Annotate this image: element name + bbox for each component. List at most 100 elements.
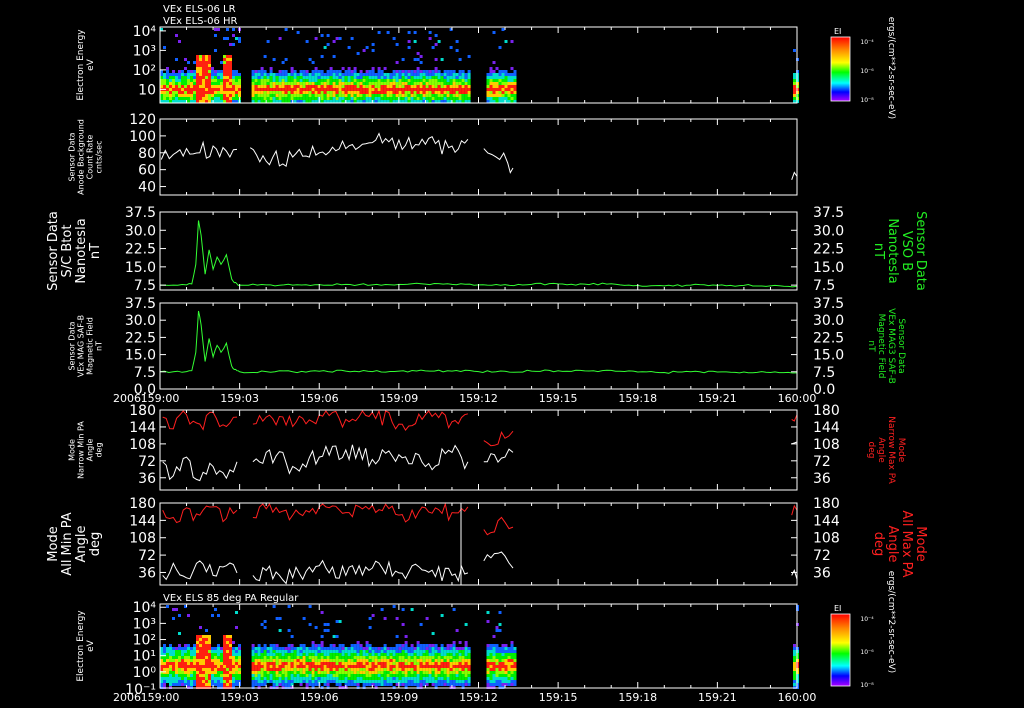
heat-cell — [269, 680, 273, 683]
heat-cell — [178, 650, 181, 653]
heat-cell — [425, 659, 429, 662]
heat-cell — [308, 677, 312, 680]
heat-cell — [290, 70, 294, 73]
heat-cell — [299, 659, 303, 662]
heat-cell — [299, 671, 303, 674]
series-p6-white-1 — [252, 559, 469, 585]
heat-cell — [446, 665, 450, 668]
heat-cell — [175, 659, 178, 662]
xtick-label-p4: 159:12 — [459, 392, 498, 405]
heat-cell — [386, 650, 390, 653]
heat-cell — [272, 674, 276, 677]
heat-cell — [272, 94, 276, 97]
heat-cell — [220, 671, 223, 674]
heat-cell — [401, 656, 405, 659]
heat-cell — [431, 650, 435, 653]
heat-cell — [308, 668, 312, 671]
heat-cell — [510, 665, 514, 668]
heat-cell — [359, 82, 363, 85]
heat-cell — [199, 668, 202, 671]
heat-cell — [467, 662, 471, 665]
heat-cell — [359, 662, 363, 665]
heat-cell — [235, 37, 238, 40]
heat-cell — [392, 677, 396, 680]
heat-cell — [416, 88, 420, 91]
heat-cell — [389, 662, 393, 665]
ytick-right-label-p4: 15.0 — [813, 348, 844, 364]
heat-cell — [217, 94, 220, 97]
heat-cell — [275, 650, 279, 653]
heat-cell — [254, 677, 258, 680]
heat-cell — [344, 94, 348, 97]
series-p5-red-3 — [791, 414, 798, 422]
heat-cell — [184, 662, 187, 665]
heat-cell — [368, 97, 372, 100]
heat-cell — [320, 76, 324, 79]
heat-cell — [434, 674, 438, 677]
heat-cell — [504, 650, 508, 653]
panel-title-p1: VEx ELS-06 HR — [163, 16, 238, 27]
right-label-p5: deg — [866, 442, 876, 459]
heat-cell — [296, 671, 300, 674]
heat-cell — [362, 656, 366, 659]
heat-cell — [238, 88, 241, 91]
heat-cell — [383, 680, 387, 683]
heat-cell — [365, 671, 369, 674]
colorbar-tick-p7: 10⁻⁸ — [860, 682, 874, 689]
heat-cell — [202, 677, 205, 680]
heat-cell — [365, 650, 369, 653]
heat-cell — [317, 647, 321, 650]
heat-cell — [422, 671, 426, 674]
heat-cell — [452, 680, 456, 683]
heat-cell — [235, 662, 238, 665]
heat-cell — [380, 82, 384, 85]
heat-cell — [314, 677, 318, 680]
heat-cell — [401, 668, 405, 671]
heat-cell — [431, 82, 435, 85]
heat-cell — [229, 644, 232, 647]
heat-cell — [214, 677, 217, 680]
heat-cell — [296, 656, 300, 659]
heat-cell — [187, 665, 190, 668]
heat-cell — [368, 644, 372, 647]
heat-cell — [425, 662, 429, 665]
heat-cell — [495, 82, 499, 85]
heat-cell — [377, 91, 381, 94]
heat-cell — [187, 85, 190, 88]
heat-cell — [389, 73, 393, 76]
heat-cell — [272, 79, 276, 82]
heat-cell — [362, 76, 366, 79]
heat-cell — [229, 680, 232, 683]
heat-cell — [217, 85, 220, 88]
heat-cell — [467, 91, 471, 94]
heat-cell — [510, 88, 514, 91]
heat-cell — [323, 650, 327, 653]
heat-cell — [223, 668, 226, 671]
heat-cell — [311, 677, 315, 680]
heat-cell — [371, 67, 375, 70]
heat-cell — [353, 76, 357, 79]
heat-cell — [440, 82, 444, 85]
heat-cell — [229, 94, 232, 97]
heat-cell — [392, 79, 396, 82]
heat-cell — [272, 683, 276, 686]
heat-cell — [492, 656, 496, 659]
heat-cell — [272, 671, 276, 674]
heat-cell — [377, 680, 381, 683]
heat-cell — [371, 70, 375, 73]
heat-cell — [211, 674, 214, 677]
heat-cell — [498, 650, 502, 653]
heat-cell — [190, 662, 193, 665]
heat-cell — [223, 76, 226, 79]
heat-cell — [254, 656, 258, 659]
heat-cell — [395, 683, 399, 686]
heat-cell — [305, 94, 309, 97]
heat-cell — [455, 656, 459, 659]
heat-cell — [392, 674, 396, 677]
heat-cell — [434, 67, 438, 70]
heat-cell — [513, 680, 517, 683]
heat-cell — [254, 653, 258, 656]
heat-cell — [428, 94, 432, 97]
heat-cell — [359, 76, 363, 79]
heat-cell — [341, 97, 345, 100]
